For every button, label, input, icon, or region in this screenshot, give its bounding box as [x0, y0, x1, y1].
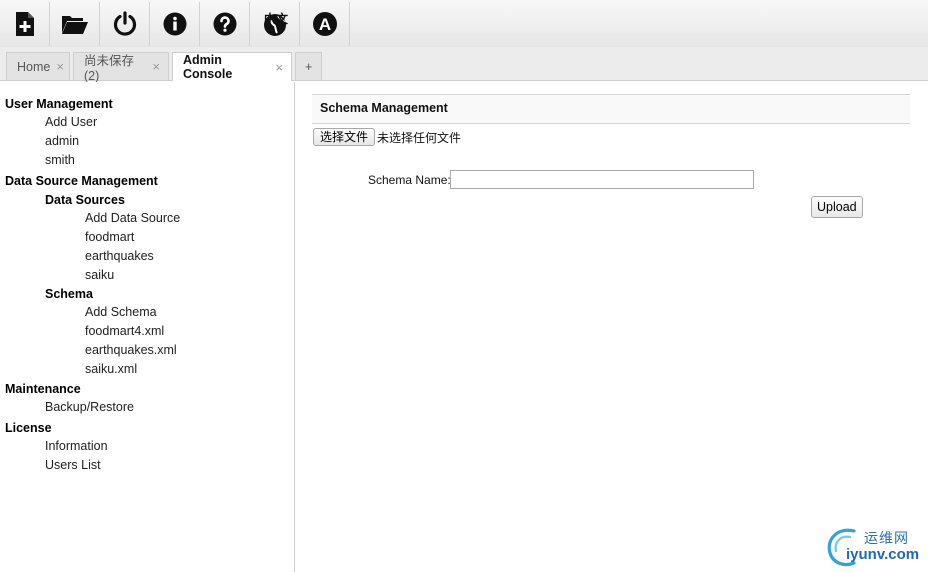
language-button[interactable]: 中文: [250, 1, 300, 46]
admin-console-button[interactable]: A: [300, 1, 350, 46]
new-file-icon: [15, 11, 34, 36]
upload-button[interactable]: Upload: [811, 196, 863, 218]
panel-header: Schema Management: [312, 94, 910, 124]
sidebar-item-datasource-saiku[interactable]: saiku: [85, 266, 114, 284]
plus-icon: +: [305, 59, 313, 74]
help-icon: [213, 12, 236, 35]
sidebar-item-schema-saiku[interactable]: saiku.xml: [85, 360, 137, 378]
schema-name-label: Schema Name:: [368, 173, 451, 187]
section-license: License: [5, 421, 52, 435]
subsection-schema: Schema: [45, 287, 93, 301]
tab-bar: Home × 尚未保存 (2) × Admin Console × +: [0, 47, 928, 83]
close-icon[interactable]: ×: [152, 59, 160, 74]
tab-unsaved[interactable]: 尚未保存 (2) ×: [73, 52, 169, 83]
logout-button[interactable]: [100, 1, 150, 46]
language-label: 中文: [264, 11, 289, 26]
sidebar-item-license-users-list[interactable]: Users List: [45, 456, 101, 474]
schema-management-panel: Schema Management 选择文件 未选择任何文件 Schema Na…: [296, 82, 928, 572]
section-maintenance: Maintenance: [5, 382, 81, 396]
sidebar-item-user-admin[interactable]: admin: [45, 132, 79, 150]
sidebar-item-user-smith[interactable]: smith: [45, 151, 75, 169]
admin-a-icon: A: [312, 11, 337, 36]
choose-file-button[interactable]: 选择文件: [313, 128, 376, 146]
help-button[interactable]: [200, 1, 250, 46]
toolbar: 中文 A: [0, 0, 928, 48]
watermark-cn: 运维网: [864, 531, 909, 547]
info-icon: [163, 12, 186, 35]
power-icon: [113, 10, 136, 36]
admin-a-letter: A: [318, 15, 330, 34]
tab-admin-console[interactable]: Admin Console ×: [172, 52, 292, 81]
schema-name-input[interactable]: [450, 170, 754, 189]
open-query-button[interactable]: [50, 1, 100, 46]
tab-home[interactable]: Home ×: [6, 52, 70, 80]
sidebar-item-add-data-source[interactable]: Add Data Source: [85, 209, 180, 227]
tab-label: Home: [17, 59, 51, 74]
site-watermark: 运维网 iyunv.com: [824, 523, 928, 569]
subsection-data-sources: Data Sources: [45, 193, 125, 207]
about-button[interactable]: [150, 1, 200, 46]
panel-title: Schema Management: [320, 101, 448, 115]
sidebar-item-datasource-earthquakes[interactable]: earthquakes: [85, 247, 154, 265]
sidebar-item-datasource-foodmart[interactable]: foodmart: [85, 228, 134, 246]
section-data-source-management: Data Source Management: [5, 174, 158, 188]
sidebar-item-backup-restore[interactable]: Backup/Restore: [45, 398, 134, 416]
sidebar-item-add-user[interactable]: Add User: [45, 113, 97, 131]
section-user-management: User Management: [5, 97, 113, 111]
tab-label: 尚未保存 (2): [84, 54, 135, 83]
sidebar-item-schema-foodmart4[interactable]: foodmart4.xml: [85, 322, 164, 340]
admin-sidebar: User Management Add User admin smith Dat…: [0, 82, 295, 572]
close-icon[interactable]: ×: [56, 59, 64, 74]
close-icon[interactable]: ×: [275, 60, 283, 75]
tab-label: Admin Console: [183, 53, 233, 81]
new-query-button[interactable]: [0, 1, 50, 46]
folder-open-icon: [61, 15, 88, 34]
sidebar-item-add-schema[interactable]: Add Schema: [85, 303, 157, 321]
sidebar-item-license-information[interactable]: Information: [45, 437, 108, 455]
watermark-en: iyunv.com: [846, 546, 920, 563]
add-tab-button[interactable]: +: [295, 52, 323, 80]
file-status-text: 未选择任何文件: [377, 131, 462, 145]
sidebar-item-schema-earthquakes[interactable]: earthquakes.xml: [85, 341, 177, 359]
